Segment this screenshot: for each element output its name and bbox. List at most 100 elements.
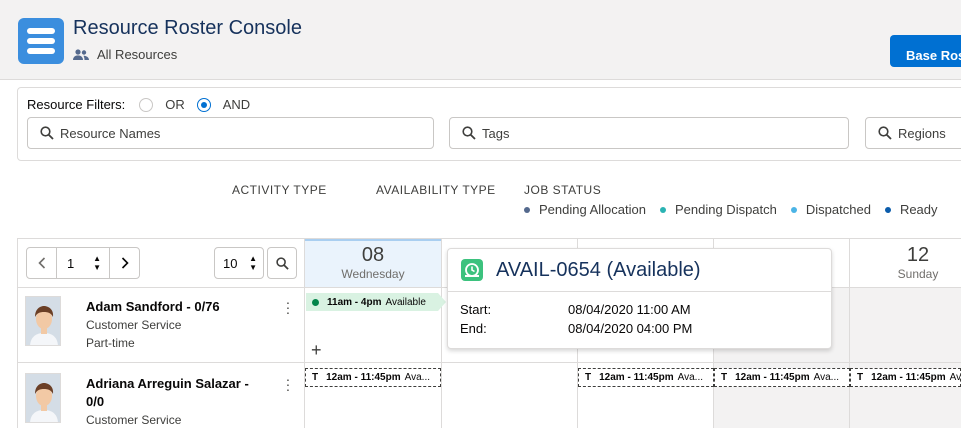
end-value: 08/04/2020 04:00 PM <box>568 321 693 336</box>
time-slot[interactable]: T 12am - 11:45pm Ava... <box>850 368 961 387</box>
page-header: Resource Roster Console All Resources Ba… <box>0 0 961 80</box>
pager: 1 ▲ ▼ <box>26 247 140 279</box>
available-dot <box>312 298 319 306</box>
day-number: 08 <box>361 244 385 266</box>
app-icon <box>18 18 64 64</box>
day-name: Sunday <box>897 267 939 281</box>
resource-role: Customer Service <box>86 413 182 427</box>
resource-names-search[interactable]: Resource Names <box>27 117 434 149</box>
slot-time: 12am - 11:45pm <box>735 372 810 383</box>
slot-label: Ava... <box>949 372 961 383</box>
avatar-image <box>26 297 60 345</box>
status-dot <box>659 206 666 213</box>
slot-label: Ava... <box>677 372 703 383</box>
resource-type: Part-time <box>86 336 135 350</box>
status-dot <box>884 206 891 213</box>
legend-item-pending-allocation: Pending Allocation <box>524 202 646 217</box>
slot-type: T <box>857 372 864 383</box>
list-view-switcher[interactable]: All Resources <box>73 47 177 62</box>
legend-label: Pending Dispatch <box>674 202 777 217</box>
filters-label: Resource Filters: <box>27 97 126 112</box>
availability-type-heading[interactable]: AVAILABILITY TYPE <box>376 183 496 197</box>
resource-names-placeholder: Resource Names <box>60 125 161 141</box>
resource-filters-panel: Resource Filters: OR AND Resource Names … <box>17 87 961 161</box>
start-label: Start: <box>460 302 492 317</box>
add-icon[interactable]: + <box>311 340 322 361</box>
page-number: 1 <box>67 255 75 271</box>
base-roster-button[interactable]: Base Roster <box>890 35 961 67</box>
page-size: 10 <box>223 256 238 271</box>
search-icon <box>40 126 54 140</box>
resource-role: Customer Service <box>86 318 182 332</box>
slot-type: T <box>312 372 319 383</box>
and-label: AND <box>222 97 251 112</box>
status-dot <box>524 206 530 213</box>
chevron-left-icon <box>37 257 45 269</box>
search-icon <box>275 256 289 270</box>
avatar-image <box>26 374 60 422</box>
activity-type-heading[interactable]: ACTIVITY TYPE <box>232 183 327 197</box>
availability-icon <box>461 259 483 281</box>
app-title: Resource Roster Console <box>73 17 302 39</box>
day-header-08[interactable]: 08 Wednesday <box>305 244 441 281</box>
next-page-button[interactable] <box>109 248 139 278</box>
list-view-label: All Resources <box>97 47 178 62</box>
day-name: Wednesday <box>341 267 405 281</box>
availability-time: 11am - 4pm <box>327 296 382 308</box>
status-dot <box>790 206 797 213</box>
slot-time: 12am - 11:45pm <box>871 372 946 383</box>
stepper-icon[interactable]: ▲ ▼ <box>249 254 257 272</box>
availability-pointer <box>438 293 446 311</box>
popover-header: AVAIL-0654 (Available) <box>448 249 831 292</box>
stepper-icon[interactable]: ▲ ▼ <box>93 254 101 272</box>
availability-label: Available <box>385 296 426 308</box>
resource-search-button[interactable] <box>267 247 297 279</box>
day-number: 12 <box>906 244 930 266</box>
tags-search[interactable]: Tags <box>449 117 849 149</box>
job-status-legend: Pending Allocation Pending Dispatch Disp… <box>524 202 952 217</box>
availability-popover: AVAIL-0654 (Available) Start: 08/04/2020… <box>447 248 832 349</box>
more-actions-icon[interactable]: · · · <box>285 372 291 396</box>
resource-name[interactable]: Adam Sandford - 0/76 <box>86 299 220 314</box>
avatar <box>25 373 61 423</box>
or-label: OR <box>165 97 185 112</box>
or-radio[interactable] <box>139 97 154 112</box>
regions-placeholder: Regions <box>898 125 946 141</box>
page-number-input[interactable]: 1 ▲ ▼ <box>57 248 109 278</box>
legend-label: Dispatched <box>805 202 871 217</box>
availability-block[interactable]: 11am - 4pm Available <box>306 293 438 311</box>
page-size-input[interactable]: 10 ▲ ▼ <box>214 247 264 279</box>
slot-label: Ava... <box>813 372 839 383</box>
search-icon <box>462 126 476 140</box>
slot-type: T <box>585 372 592 383</box>
time-slot[interactable]: T 12am - 11:45pm Ava... <box>305 368 441 387</box>
search-icon <box>878 126 892 140</box>
more-actions-icon[interactable]: · · · <box>285 295 291 319</box>
tags-placeholder: Tags <box>482 125 510 141</box>
end-label: End: <box>460 321 487 336</box>
and-radio[interactable] <box>196 97 211 112</box>
slot-time: 12am - 11:45pm <box>326 372 401 383</box>
resource-name-continued[interactable]: 0/0 <box>86 394 104 409</box>
resource-name[interactable]: Adriana Arreguin Salazar - <box>86 376 249 391</box>
grid-divider <box>441 238 442 428</box>
legend-item-pending-dispatch: Pending Dispatch <box>659 202 777 217</box>
grid-row-divider <box>17 362 961 363</box>
legend-item-ready: Ready <box>884 202 938 217</box>
avatar <box>25 296 61 346</box>
regions-search[interactable]: Regions <box>865 117 961 149</box>
legend-label: Pending Allocation <box>539 202 646 217</box>
slot-label: Ava... <box>404 372 430 383</box>
chevron-right-icon <box>121 257 129 269</box>
job-status-heading[interactable]: JOB STATUS <box>524 183 601 197</box>
slot-time: 12am - 11:45pm <box>599 372 674 383</box>
slot-type: T <box>721 372 728 383</box>
prev-page-button[interactable] <box>27 248 57 278</box>
legend-item-dispatched: Dispatched <box>790 202 871 217</box>
day-header-12[interactable]: 12 Sunday <box>850 244 961 281</box>
popover-title[interactable]: AVAIL-0654 (Available) <box>496 259 701 282</box>
time-slot[interactable]: T 12am - 11:45pm Ava... <box>578 368 714 387</box>
people-icon <box>73 48 89 60</box>
time-slot[interactable]: T 12am - 11:45pm Ava... <box>714 368 850 387</box>
legend-label: Ready <box>899 202 938 217</box>
